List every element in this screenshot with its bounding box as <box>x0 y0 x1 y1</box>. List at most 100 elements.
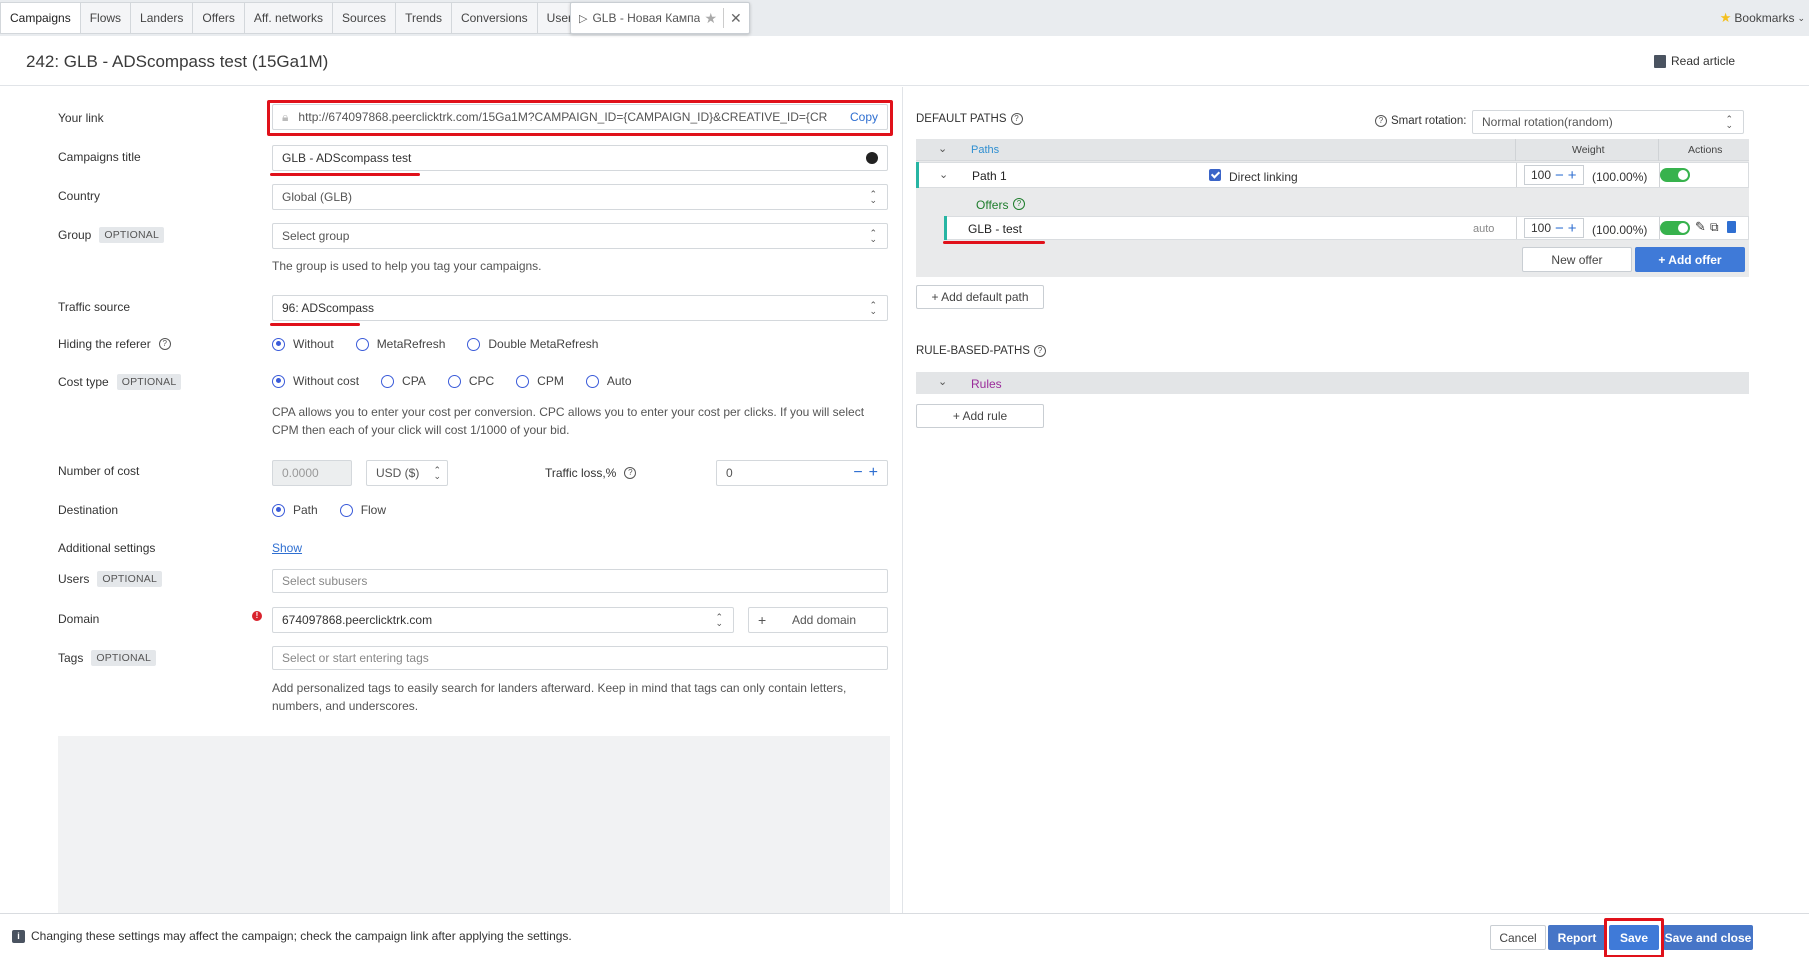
copy-icon[interactable]: ⧉ <box>1710 220 1719 235</box>
show-additional-link[interactable]: Show <box>272 539 302 557</box>
radio-auto[interactable]: Auto <box>585 374 632 388</box>
tab-conversions[interactable]: Conversions <box>451 2 538 34</box>
country-select[interactable]: Global (GLB) ⌃ ⌄ <box>272 184 888 210</box>
radio-without-cost[interactable]: Without cost <box>272 374 359 388</box>
read-article-link[interactable]: Read article <box>1654 54 1735 68</box>
smart-rotation-value: Normal rotation(random) <box>1482 115 1613 129</box>
add-domain-button[interactable]: + Add domain <box>748 607 888 633</box>
top-nav-bar: Campaigns Flows Landers Offers Aff. netw… <box>0 0 1809 36</box>
rules-label: Rules <box>971 377 1002 391</box>
add-default-path-button[interactable]: + Add default path <box>916 285 1044 309</box>
minus-icon[interactable]: − <box>1555 167 1564 184</box>
tab-landers[interactable]: Landers <box>131 2 194 34</box>
radio-label: Auto <box>606 374 632 388</box>
radio-cpm[interactable]: CPM <box>516 374 564 388</box>
pencil-icon[interactable]: ✎ <box>1695 219 1706 235</box>
tab-trends[interactable]: Trends <box>396 2 452 34</box>
direct-linking-checkbox[interactable] <box>1209 169 1221 181</box>
page-title: 242: GLB - ADScompass test (15Ga1M) <box>26 52 329 71</box>
help-icon[interactable]: ? <box>624 467 637 479</box>
new-offer-button[interactable]: New offer <box>1522 247 1632 272</box>
offer-row[interactable]: GLB - test auto 100− + (100.00%) ✎ ⧉ <box>944 216 1749 240</box>
updown-icon: ⌃ ⌄ <box>869 189 877 205</box>
minus-icon[interactable]: − <box>853 464 862 482</box>
tab-campaigns[interactable]: Campaigns <box>0 2 81 34</box>
report-button[interactable]: Report <box>1548 925 1606 950</box>
radio-cpc[interactable]: CPC <box>447 374 494 388</box>
plus-icon: + <box>758 612 767 628</box>
header-divider <box>1658 139 1659 161</box>
smart-rotation-select[interactable]: Normal rotation(random) ⌃ ⌄ <box>1472 110 1744 134</box>
tab-flows[interactable]: Flows <box>80 2 132 34</box>
tab-separator <box>723 8 725 28</box>
play-icon: ▷ <box>579 12 588 25</box>
updown-icon: ⌃ ⌄ <box>869 228 877 244</box>
save-and-close-button[interactable]: Save and close <box>1663 925 1753 950</box>
minus-icon[interactable]: − <box>1555 220 1564 237</box>
radio-cpa[interactable]: CPA <box>381 374 426 388</box>
path-row[interactable]: ⌄ Path 1 Direct linking 100− + (100.00%) <box>916 162 1749 188</box>
optional-badge: OPTIONAL <box>99 227 165 243</box>
help-icon[interactable]: ? <box>1375 115 1387 127</box>
radio-dot <box>355 337 369 351</box>
traffic-source-label-text: Traffic source <box>58 300 131 314</box>
radio-dot <box>585 374 599 388</box>
plus-icon[interactable]: + <box>869 464 878 482</box>
bookmarks-menu[interactable]: ★ Bookmarks ⌄ <box>1720 10 1805 26</box>
help-icon[interactable]: ? <box>1010 113 1023 125</box>
traffic-source-select[interactable]: 96: ADScompass ⌃ ⌄ <box>272 295 888 321</box>
offer-toggle[interactable] <box>1660 221 1690 235</box>
path-accent <box>916 162 919 188</box>
optional-badge: OPTIONAL <box>97 571 163 587</box>
bookmarks-label: Bookmarks <box>1734 11 1795 25</box>
users-label-text: Users <box>58 572 90 586</box>
close-icon[interactable]: ✕ <box>730 10 742 27</box>
offer-weight-value: 100 <box>1531 221 1552 235</box>
open-campaign-tab[interactable]: ▷ GLB - Новая Кампа ★ ✕ <box>570 2 750 34</box>
cancel-button[interactable]: Cancel <box>1490 925 1546 950</box>
plus-icon[interactable]: + <box>1568 167 1577 184</box>
empty-panel <box>58 736 890 913</box>
domain-value: 674097868.peerclicktrk.com <box>282 613 433 627</box>
users-input[interactable]: Select subusers <box>272 569 888 593</box>
currency-select[interactable]: USD ($) ⌃ ⌄ <box>366 460 448 486</box>
col-actions: Actions <box>1688 144 1723 156</box>
add-rule-button[interactable]: + Add rule <box>916 404 1044 428</box>
domain-select[interactable]: 674097868.peerclicktrk.com ⌃ ⌄ <box>272 607 734 633</box>
radio-without[interactable]: Without <box>272 337 334 351</box>
help-icon[interactable]: ? <box>1033 345 1046 357</box>
path-toggle[interactable] <box>1660 168 1690 182</box>
updown-icon: ⌃ ⌄ <box>433 465 441 481</box>
tags-input[interactable]: Select or start entering tags <box>272 646 888 670</box>
color-dot-icon[interactable] <box>866 152 878 164</box>
trash-icon[interactable] <box>1727 221 1736 233</box>
tab-sources[interactable]: Sources <box>333 2 397 34</box>
campaign-title-input[interactable]: GLB - ADScompass test <box>272 145 888 171</box>
destination-label-text: Destination <box>58 503 119 517</box>
radio-dot <box>447 374 461 388</box>
cost-type-radios: Without cost CPA CPC CPM Auto <box>272 374 654 388</box>
group-select[interactable]: Select group ⌃ ⌄ <box>272 223 888 249</box>
plus-icon[interactable]: + <box>1568 220 1577 237</box>
offer-weight-input[interactable]: 100− + <box>1524 218 1584 238</box>
path-weight-input[interactable]: 100− + <box>1524 165 1584 185</box>
radio-dot <box>339 503 353 517</box>
tab-aff-networks[interactable]: Aff. networks <box>244 2 334 34</box>
traffic-loss-input[interactable]: 0 − + <box>716 460 888 486</box>
tab-offers[interactable]: Offers <box>193 2 245 34</box>
campaign-form: Your link 🔒︎ http://674097868.peerclickt… <box>0 87 902 913</box>
chevron-down-icon[interactable]: ⌄ <box>939 168 948 181</box>
radio-metarefresh[interactable]: MetaRefresh <box>355 337 445 351</box>
rules-header[interactable]: ⌄ Rules <box>916 372 1749 394</box>
help-icon[interactable]: ? <box>1013 198 1025 210</box>
main-tabs: Campaigns Flows Landers Offers Aff. netw… <box>0 2 589 34</box>
star-icon[interactable]: ★ <box>704 10 717 27</box>
radio-flow[interactable]: Flow <box>339 503 386 517</box>
row-divider <box>1516 163 1517 187</box>
info-icon: i <box>12 929 25 943</box>
radio-double-metarefresh[interactable]: Double MetaRefresh <box>467 337 598 351</box>
chevron-down-icon[interactable]: ⌄ <box>938 142 947 155</box>
add-offer-button[interactable]: + Add offer <box>1635 247 1745 272</box>
help-icon[interactable]: ? <box>158 338 171 350</box>
radio-path[interactable]: Path <box>272 503 318 517</box>
